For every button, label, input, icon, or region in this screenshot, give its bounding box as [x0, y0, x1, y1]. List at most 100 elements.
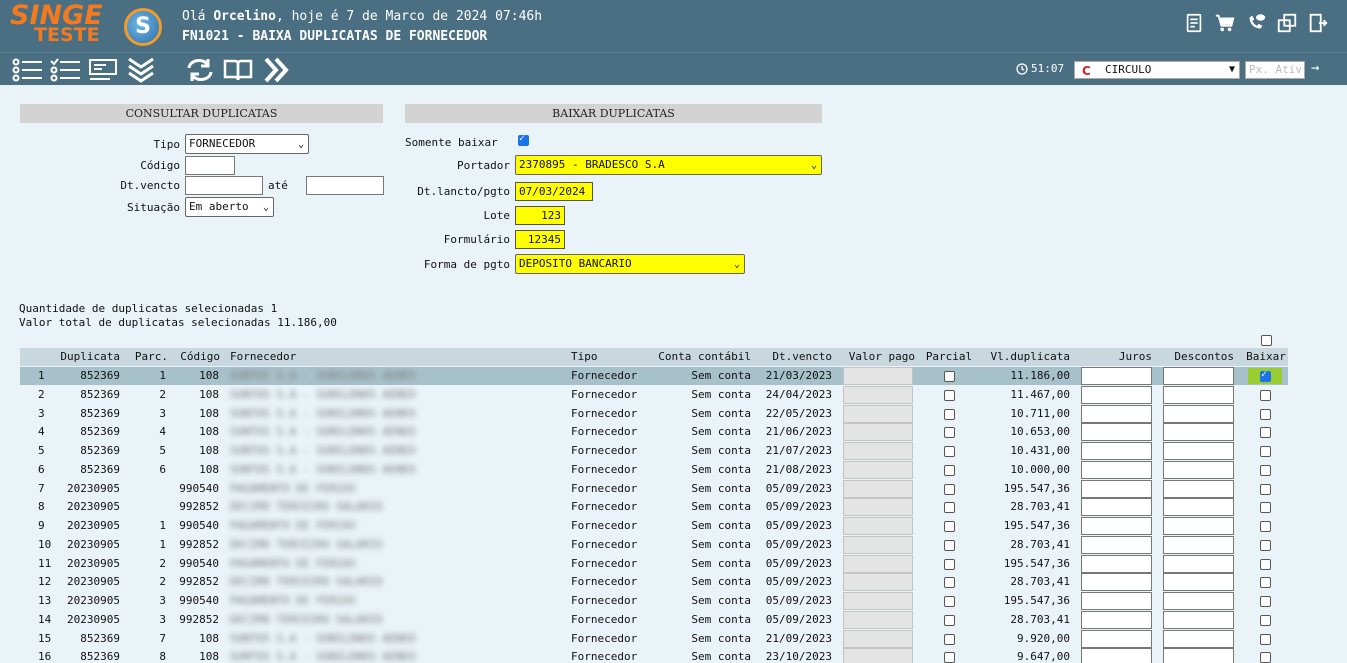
parcial-checkbox[interactable] — [944, 483, 955, 495]
parcial-checkbox[interactable] — [944, 614, 955, 626]
valor-pago-input[interactable] — [843, 367, 913, 385]
cart-icon[interactable] — [1214, 12, 1236, 34]
valor-pago-input[interactable] — [843, 517, 913, 535]
list-icon[interactable] — [12, 57, 44, 83]
parcial-checkbox[interactable] — [944, 446, 955, 457]
table-row[interactable]: 7 20230905 990540 PAGAMENTO DE FERIAS Fornec… — [20, 479, 1288, 498]
singe-logo[interactable]: SINGE TESTE — [10, 0, 120, 48]
juros-input[interactable] — [1081, 385, 1152, 404]
table-row[interactable]: 14 20230905 3 992852 DECIMO TERCEIRO SALARIO… — [20, 610, 1288, 629]
col-descontos[interactable]: Descontos — [1160, 348, 1234, 366]
baixar-checkbox[interactable] — [1260, 652, 1271, 663]
descontos-input[interactable] — [1163, 535, 1234, 554]
select-all-checkbox[interactable] — [1261, 335, 1272, 346]
valor-pago-input[interactable] — [843, 554, 913, 573]
parcial-checkbox[interactable] — [944, 558, 955, 570]
parcial-checkbox[interactable] — [944, 596, 955, 607]
chevrons-right-icon[interactable] — [260, 57, 292, 83]
descontos-input[interactable] — [1163, 573, 1234, 592]
table-row[interactable]: 10 20230905 1 992852 DECIMO TERCEIRO SALARIO… — [20, 535, 1288, 554]
table-row[interactable]: 11 20230905 2 990540 PAGAMENTO DE FERIAS Forn… — [20, 554, 1288, 573]
table-row[interactable]: 8 20230905 992852 DECIMO TERCEIRO SALARIO Fo… — [20, 498, 1288, 517]
table-row[interactable]: 12 20230905 2 992852 DECIMO TERCEIRO SALARIO… — [20, 573, 1288, 592]
forma-pgto-select[interactable]: DEPOSITO BANCARIO ⌄ — [515, 254, 745, 274]
col-juros[interactable]: Juros — [1080, 348, 1152, 366]
col-codigo[interactable]: Código — [170, 348, 220, 366]
table-row[interactable]: 1 852369 1 108 SUNTOS S.A - SUNILDNOS AENEO F… — [20, 367, 1288, 385]
dtlancto-input[interactable]: 07/03/2024 — [515, 182, 593, 201]
card-icon[interactable] — [88, 57, 120, 83]
juros-input[interactable] — [1081, 610, 1152, 629]
descontos-input[interactable] — [1163, 479, 1234, 498]
table-row[interactable]: 13 20230905 3 990540 PAGAMENTO DE FERIAS Forn… — [20, 592, 1288, 610]
descontos-input[interactable] — [1163, 592, 1234, 610]
valor-pago-input[interactable] — [843, 610, 913, 629]
col-duplicata[interactable]: Duplicata — [48, 348, 120, 366]
juros-input[interactable] — [1081, 404, 1152, 423]
juros-input[interactable] — [1081, 573, 1152, 592]
descontos-input[interactable] — [1163, 554, 1234, 573]
next-activity-input[interactable]: Px. Ativ — [1245, 61, 1305, 79]
chevrons-down-icon[interactable] — [126, 57, 158, 83]
juros-input[interactable] — [1081, 498, 1152, 517]
descontos-input[interactable] — [1163, 367, 1234, 385]
valor-pago-input[interactable] — [843, 385, 913, 404]
juros-input[interactable] — [1081, 554, 1152, 573]
parcial-checkbox[interactable] — [944, 652, 955, 663]
descontos-input[interactable] — [1163, 629, 1234, 648]
parcial-checkbox[interactable] — [944, 539, 955, 551]
parcial-checkbox[interactable] — [944, 427, 955, 439]
descontos-input[interactable] — [1163, 648, 1234, 663]
somente-baixar-checkbox[interactable] — [518, 133, 529, 146]
book-icon[interactable] — [222, 57, 254, 83]
juros-input[interactable] — [1081, 367, 1152, 385]
juros-input[interactable] — [1081, 629, 1152, 648]
checklist-icon[interactable] — [50, 57, 82, 83]
refresh-icon[interactable] — [184, 57, 216, 83]
company-select[interactable]: C CIRCULO ▼ — [1074, 61, 1240, 79]
valor-pago-input[interactable] — [843, 629, 913, 648]
baixar-checkbox[interactable] — [1260, 369, 1271, 382]
col-vl-duplicata[interactable]: Vl.duplicata — [980, 348, 1070, 366]
situacao-select[interactable]: Em aberto ⌄ — [185, 197, 274, 217]
table-row[interactable]: 3 852369 3 108 SUNTOS S.A - SUNILDNOS AENEO F… — [20, 404, 1288, 423]
baixar-checkbox[interactable] — [1260, 446, 1271, 457]
parcial-checkbox[interactable] — [944, 577, 955, 589]
juros-input[interactable] — [1081, 479, 1152, 498]
col-tipo[interactable]: Tipo — [571, 348, 641, 366]
valor-pago-input[interactable] — [843, 423, 913, 442]
baixar-checkbox[interactable] — [1260, 389, 1271, 401]
dtvencto-to-input[interactable] — [306, 176, 384, 195]
col-parc[interactable]: Parc. — [124, 348, 168, 366]
descontos-input[interactable] — [1163, 442, 1234, 460]
table-row[interactable]: 16 852369 8 108 SUNTOS S.A - SUNILDNOS AENEO… — [20, 648, 1288, 663]
baixar-checkbox[interactable] — [1260, 464, 1271, 476]
lote-input[interactable]: 123 — [515, 206, 565, 225]
portador-select[interactable]: 2370895 - BRADESCO S.A ⌄ — [515, 155, 822, 175]
valor-pago-input[interactable] — [843, 573, 913, 592]
table-row[interactable]: 5 852369 5 108 SUNTOS S.A - SUNILDNOS AENEO F… — [20, 442, 1288, 460]
parcial-checkbox[interactable] — [944, 502, 955, 514]
parcial-checkbox[interactable] — [944, 371, 955, 382]
codigo-input[interactable] — [185, 156, 235, 175]
formulario-input[interactable]: 12345 — [515, 230, 565, 249]
table-row[interactable]: 15 852369 7 108 SUNTOS S.A - SUNILDNOS AENEO… — [20, 629, 1288, 648]
valor-pago-input[interactable] — [843, 460, 913, 479]
juros-input[interactable] — [1081, 442, 1152, 460]
table-row[interactable]: 2 852369 2 108 SUNTOS S.A - SUNILDNOS AENEO F… — [20, 385, 1288, 404]
table-row[interactable]: 6 852369 6 108 SUNTOS S.A - SUNILDNOS AENEO F… — [20, 460, 1288, 479]
col-fornecedor[interactable]: Fornecedor — [230, 348, 430, 366]
phone-chat-icon[interactable] — [1245, 12, 1267, 34]
baixar-checkbox[interactable] — [1260, 558, 1271, 570]
table-row[interactable]: 4 852369 4 108 SUNTOS S.A - SUNILDNOS AENEO F… — [20, 423, 1288, 442]
baixar-checkbox[interactable] — [1260, 483, 1271, 495]
parcial-checkbox[interactable] — [944, 464, 955, 476]
col-baixar[interactable]: Baixar — [1243, 348, 1289, 366]
descontos-input[interactable] — [1163, 404, 1234, 423]
valor-pago-input[interactable] — [843, 442, 913, 460]
valor-pago-input[interactable] — [843, 648, 913, 663]
baixar-checkbox[interactable] — [1260, 596, 1271, 607]
valor-pago-input[interactable] — [843, 535, 913, 554]
baixar-checkbox[interactable] — [1260, 427, 1271, 439]
col-parcial[interactable]: Parcial — [921, 348, 977, 366]
